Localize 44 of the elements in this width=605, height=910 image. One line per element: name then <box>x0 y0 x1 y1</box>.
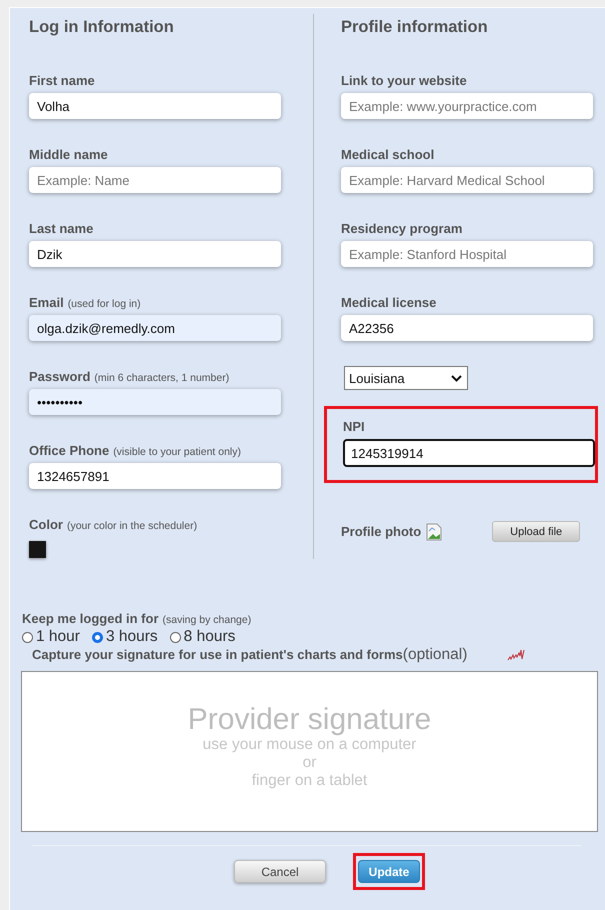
input-field[interactable]: olga.dzik@remedly.com <box>29 315 281 341</box>
upload-button[interactable]: Upload file <box>492 521 580 542</box>
signature-hint: finger on a tablet <box>252 772 368 790</box>
field-hint: (min 6 characters, 1 number) <box>94 372 230 384</box>
radio-label[interactable]: 8 hours <box>184 628 236 646</box>
input-field[interactable]: Example: Stanford Hospital <box>341 241 593 267</box>
field-hint: (visible to your patient only) <box>113 446 241 458</box>
input-field[interactable]: Dzik <box>29 241 281 267</box>
input-field[interactable]: Example: Harvard Medical School <box>341 167 593 193</box>
field-label: Keep me logged in for <box>22 611 159 626</box>
field-label: Email <box>29 295 64 310</box>
field-label: Middle name <box>29 147 108 162</box>
signature-placeholder: Provider signature <box>188 704 432 736</box>
signature-caption: Capture your signature for use in patient's charts and forms <box>32 647 403 662</box>
input-field[interactable]: 1324657891 <box>29 463 281 489</box>
input-field[interactable]: A22356 <box>341 315 593 341</box>
field-label: Profile photo <box>341 524 422 539</box>
field-label: Color <box>29 517 63 532</box>
field-label: Medical license <box>341 295 436 310</box>
field-hint: (used for log in) <box>68 298 141 310</box>
radio-label[interactable]: 3 hours <box>106 628 158 646</box>
field-label: First name <box>29 73 95 88</box>
input-field[interactable]: •••••••••• <box>29 389 281 415</box>
input-field[interactable]: Example: www.yourpractice.com <box>341 93 593 119</box>
field-label: Residency program <box>341 221 462 236</box>
field-hint: (saving by change) <box>162 614 252 626</box>
field-label: Password <box>29 369 90 384</box>
input-field[interactable]: 1245319914 <box>343 439 595 467</box>
cancel-button[interactable]: Cancel <box>234 860 326 883</box>
field-label: Link to your website <box>341 73 467 88</box>
state-dropdown[interactable]: Louisiana <box>344 366 468 390</box>
signature-hint: or <box>302 754 316 772</box>
section-title: Profile information <box>341 18 489 38</box>
field-label: Medical school <box>341 147 434 162</box>
radio-label[interactable]: 1 hour <box>36 628 80 646</box>
field-hint: (your color in the scheduler) <box>66 520 198 532</box>
field-label: Last name <box>29 221 94 236</box>
input-field[interactable]: Volha <box>29 93 281 119</box>
section-title: Log in Information <box>29 18 175 38</box>
signature-hint: use your mouse on a computer <box>202 736 416 754</box>
field-label: NPI <box>343 419 365 434</box>
input-field[interactable]: Example: Name <box>29 167 281 193</box>
field-label: Office Phone <box>29 443 110 458</box>
optional-note: (optional) <box>402 646 468 664</box>
